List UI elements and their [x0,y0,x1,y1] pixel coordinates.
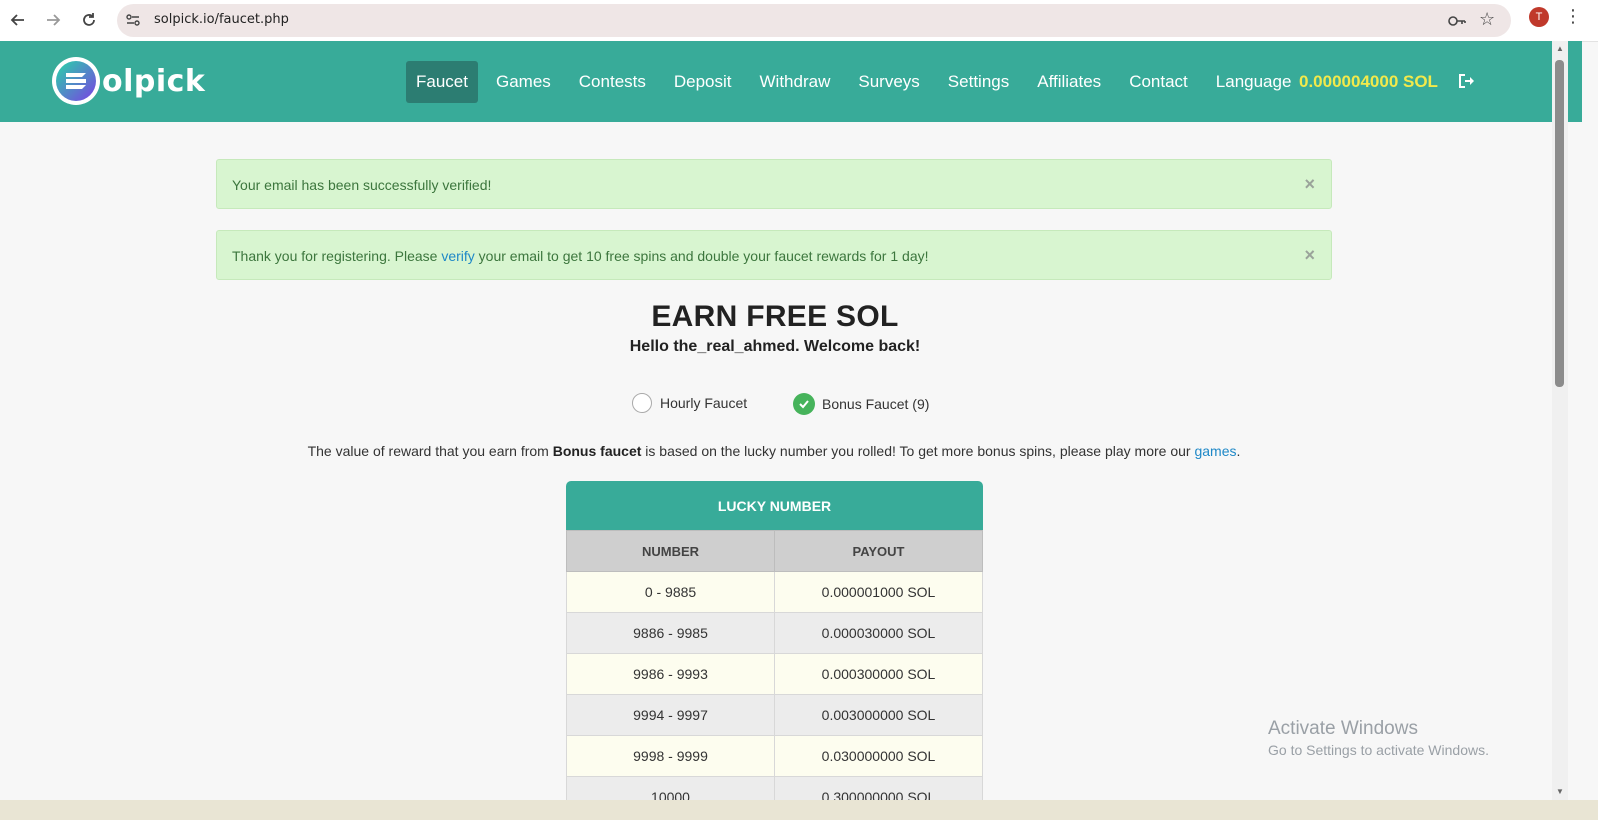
bonus-faucet-option[interactable]: Bonus Faucet (9) [793,393,929,415]
scroll-down-icon[interactable]: ▼ [1556,787,1564,796]
back-arrow-icon[interactable] [6,8,30,32]
number-cell: 0 - 9885 [566,571,775,613]
nav-withdraw[interactable]: Withdraw [750,61,841,103]
alert-email-verified: Your email has been successfully verifie… [216,159,1332,209]
browser-toolbar: solpick.io/faucet.php ☆ T ⋮ [0,0,1598,42]
lucky-number-table: LUCKY NUMBER NUMBER PAYOUT 0 - 9885 0.00… [566,481,983,818]
number-cell: 9994 - 9997 [566,694,775,736]
solpick-logo[interactable]: olpick [52,57,205,105]
close-icon[interactable]: × [1304,174,1315,195]
column-header-number: NUMBER [566,530,775,572]
number-cell: 9998 - 9999 [566,735,775,777]
logo-mark-icon [52,57,100,105]
watermark-line1: Activate Windows [1268,718,1418,739]
password-key-icon[interactable] [1447,11,1467,36]
games-link[interactable]: games [1194,443,1236,459]
table-row: 9886 - 9985 0.000030000 SOL [566,612,983,654]
page-title: EARN FREE SOL [651,300,899,333]
nav-affiliates[interactable]: Affiliates [1027,61,1111,103]
main-nav: Faucet Games Contests Deposit Withdraw S… [406,61,1309,103]
taskbar-strip [0,800,1598,820]
payout-cell: 0.003000000 SOL [774,694,983,736]
radio-icon[interactable] [632,393,652,413]
alert-register: Thank you for registering. Please verify… [216,230,1332,280]
welcome-text: Hello the_real_ahmed. Welcome back! [629,338,921,355]
number-cell: 9986 - 9993 [566,653,775,695]
logo-text: olpick [102,63,206,99]
nav-language[interactable]: Language [1206,61,1302,103]
bonus-info-text: The value of reward that you earn from B… [307,443,1241,459]
browser-menu-icon[interactable]: ⋮ [1564,6,1582,27]
payout-cell: 0.000300000 SOL [774,653,983,695]
column-header-payout: PAYOUT [774,530,983,572]
windows-activation-watermark: Activate Windows Go to Settings to activ… [1268,718,1489,758]
table-row: 9994 - 9997 0.003000000 SOL [566,694,983,736]
site-header: olpick Faucet Games Contests Deposit Wit… [0,41,1582,122]
lucky-number-heading: LUCKY NUMBER [566,481,983,530]
bonus-faucet-label: Bonus Faucet (9) [822,396,930,412]
nav-surveys[interactable]: Surveys [848,61,929,103]
table-row: 0 - 9885 0.000001000 SOL [566,571,983,613]
page-scrollbar[interactable]: ▲ ▼ [1552,41,1568,800]
payout-cell: 0.000030000 SOL [774,612,983,654]
number-cell: 9886 - 9985 [566,612,775,654]
nav-deposit[interactable]: Deposit [664,61,742,103]
payout-cell: 0.030000000 SOL [774,735,983,777]
alert-message: Your email has been successfully verifie… [232,177,492,193]
close-icon[interactable]: × [1304,245,1315,266]
scroll-up-icon[interactable]: ▲ [1556,44,1564,53]
bookmark-star-icon[interactable]: ☆ [1479,9,1495,30]
nav-contact[interactable]: Contact [1119,61,1198,103]
nav-games[interactable]: Games [486,61,561,103]
table-row: 9986 - 9993 0.000300000 SOL [566,653,983,695]
url-text[interactable]: solpick.io/faucet.php [154,12,289,27]
nav-contests[interactable]: Contests [569,61,656,103]
address-bar[interactable]: solpick.io/faucet.php ☆ [117,4,1511,37]
nav-settings[interactable]: Settings [938,61,1019,103]
profile-avatar[interactable]: T [1529,7,1549,27]
site-settings-icon[interactable] [125,12,141,28]
watermark-line2: Go to Settings to activate Windows. [1268,742,1489,758]
table-row: 9998 - 9999 0.030000000 SOL [566,735,983,777]
reload-icon[interactable] [77,8,101,32]
balance-display: 0.000004000 SOL [1299,72,1438,91]
payout-cell: 0.000001000 SOL [774,571,983,613]
forward-arrow-icon[interactable] [41,8,65,32]
nav-faucet[interactable]: Faucet [406,61,478,103]
check-icon[interactable] [793,393,815,415]
verify-link[interactable]: verify [441,248,474,264]
alert-message: Thank you for registering. Please verify… [232,248,929,264]
logout-icon[interactable] [1457,72,1475,95]
scrollbar-thumb[interactable] [1555,60,1564,387]
hourly-faucet-option[interactable]: Hourly Faucet [632,393,747,413]
hourly-faucet-label: Hourly Faucet [660,395,748,411]
